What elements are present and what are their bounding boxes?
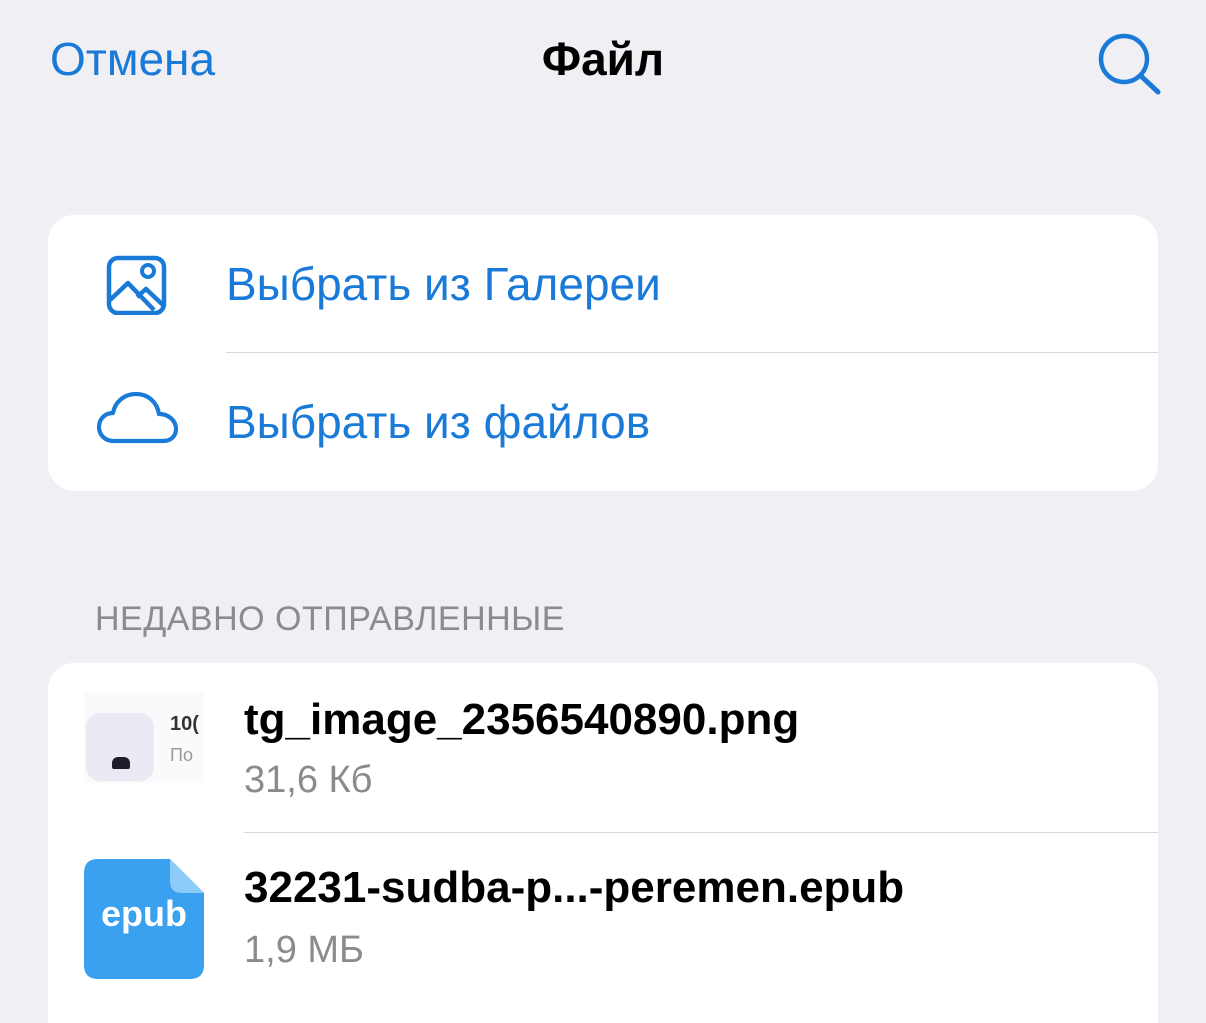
file-size: 1,9 МБ	[244, 929, 364, 971]
search-button[interactable]	[1094, 28, 1164, 98]
cancel-button[interactable]: Отмена	[50, 32, 215, 86]
group-icon	[112, 757, 130, 769]
search-icon	[1098, 33, 1161, 95]
thumbnail-avatar	[86, 713, 154, 781]
choose-from-gallery-row[interactable]: Выбрать из Галереи	[48, 215, 1158, 353]
file-row-epub[interactable]: epub 32231-sudba-p...-peremen.epub 1,9 М…	[48, 833, 1158, 1003]
gallery-icon	[106, 255, 167, 315]
choose-from-files-label: Выбрать из файлов	[226, 396, 651, 448]
cloud-icon	[96, 391, 179, 444]
source-options-card: Выбрать из Галереи Выбрать из файлов	[48, 215, 1158, 491]
choose-from-files-row[interactable]: Выбрать из файлов	[48, 353, 1158, 491]
file-row-png[interactable]: 10( По tg_image_2356540890.png 31,6 Кб	[48, 663, 1158, 833]
navigation-bar: Отмена Файл	[0, 0, 1206, 120]
thumbnail-text: По	[170, 745, 193, 765]
image-thumbnail: 10( По	[84, 693, 204, 783]
epub-file-icon	[84, 859, 204, 979]
recent-section-title: НЕДАВНО ОТПРАВЛЕННЫЕ	[95, 600, 565, 638]
file-name: 32231-sudba-p...-peremen.epub	[244, 863, 905, 912]
file-name: tg_image_2356540890.png	[244, 695, 800, 744]
recent-files-card: 10( По tg_image_2356540890.png 31,6 Кб e…	[48, 663, 1158, 1023]
file-size: 31,6 Кб	[244, 759, 373, 801]
choose-from-gallery-label: Выбрать из Галереи	[226, 258, 661, 310]
thumbnail-text: 10(	[170, 713, 199, 735]
